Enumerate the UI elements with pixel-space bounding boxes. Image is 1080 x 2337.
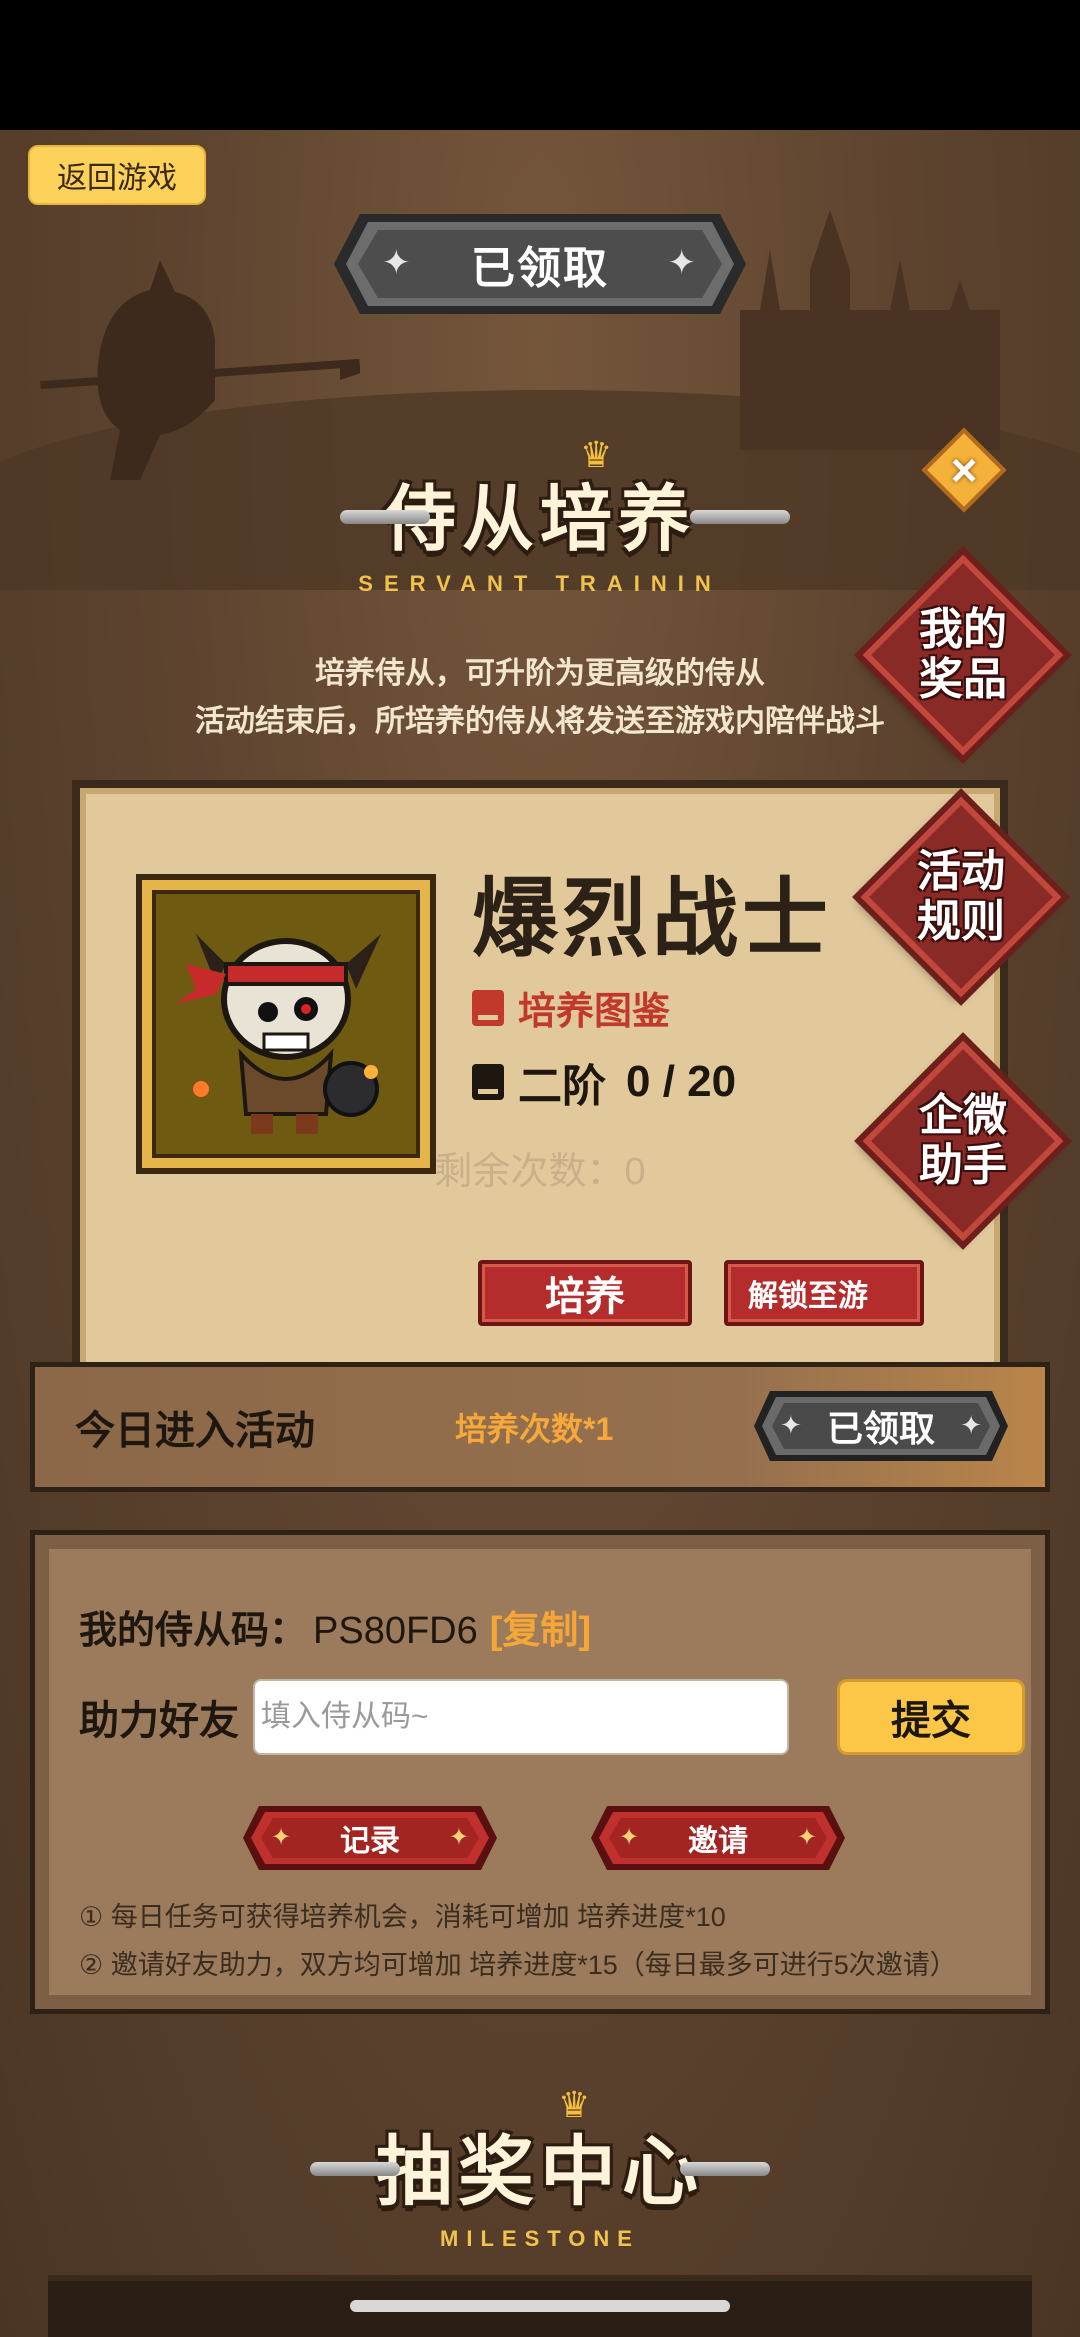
- submit-button[interactable]: 提交: [837, 1679, 1025, 1755]
- my-prizes-label: 我的 奖品: [919, 605, 1007, 704]
- code-value: PS80FD6: [313, 1610, 478, 1652]
- lottery-title-main: 抽奖中心: [376, 2130, 704, 2215]
- servant-image: [176, 934, 381, 1134]
- knight-silhouette: [40, 260, 360, 480]
- train-button[interactable]: 培养: [478, 1260, 692, 1326]
- my-prizes-button[interactable]: 我的 奖品: [858, 550, 1068, 760]
- event-page: 返回游戏 ✦ 已领取 ✦ × ♛ 侍从培养 SERVANT TRAININ 培养…: [0, 130, 1080, 2337]
- crown-icon: ♛: [558, 2084, 591, 2125]
- servant-code-row: 我的侍从码： PS80FD6 [复制]: [79, 1599, 591, 1654]
- lottery-center-title: ♛ 抽奖中心 MILESTONE: [0, 2084, 1080, 2252]
- remaining-count: 剩余次数：0: [434, 1151, 646, 1193]
- copy-button[interactable]: [复制]: [490, 1599, 591, 1654]
- servant-name: 爆烈战士: [472, 871, 832, 967]
- star-icon: ✦: [619, 1823, 640, 1851]
- invite-button[interactable]: ✦ 邀请 ✦: [587, 1803, 849, 1873]
- star-icon: ✦: [271, 1823, 292, 1851]
- record-label: 记录: [340, 1825, 400, 1858]
- help-friend-row: 助力好友: [79, 1679, 789, 1755]
- rank-progress: 二阶 0 / 20: [472, 1050, 736, 1114]
- sword-icon: [690, 510, 790, 524]
- progress-text: 0 / 20: [626, 1057, 737, 1106]
- book-icon: [472, 1064, 504, 1100]
- crown-icon: ♛: [580, 434, 613, 475]
- daily-task-row: 今日进入活动 培养次数*1 ✦ 已领取 ✦: [30, 1362, 1050, 1492]
- servant-portrait: [136, 874, 436, 1174]
- home-indicator[interactable]: [350, 2300, 730, 2312]
- sword-icon: [340, 510, 430, 524]
- sword-icon: [310, 2162, 400, 2176]
- star-icon: ✦: [448, 1823, 469, 1851]
- servant-code-input[interactable]: [253, 1679, 789, 1755]
- star-icon: ✦: [382, 244, 413, 283]
- event-rules-label: 活动 规则: [917, 847, 1005, 946]
- record-button[interactable]: ✦ 记录 ✦: [239, 1803, 501, 1873]
- invite-panel: 我的侍从码： PS80FD6 [复制] 助力好友 提交 ✦ 记录 ✦: [30, 1530, 1050, 2014]
- task-status-label: 已领取: [826, 1408, 935, 1449]
- task-claimed-button[interactable]: ✦ 已领取 ✦: [750, 1387, 1012, 1465]
- codex-link[interactable]: 培养图鉴: [472, 980, 670, 1035]
- task-name: 今日进入活动: [75, 1409, 315, 1453]
- book-icon: [472, 989, 504, 1026]
- back-to-game-button[interactable]: 返回游戏: [28, 145, 206, 205]
- code-label: 我的侍从码：: [79, 1610, 308, 1652]
- sword-icon: [680, 2162, 770, 2176]
- star-icon: ✦: [796, 1823, 817, 1851]
- star-icon: ✦: [780, 1409, 802, 1440]
- lottery-title-sub: MILESTONE: [440, 2226, 640, 2251]
- castle-silhouette: [740, 210, 1000, 450]
- star-icon: ✦: [667, 244, 698, 283]
- task-reward: 培养次数*1: [455, 1411, 614, 1447]
- top-claimed-button[interactable]: ✦ 已领取 ✦: [330, 208, 750, 320]
- rank-label: 二阶: [518, 1062, 606, 1111]
- unlock-button[interactable]: 解锁至游: [724, 1260, 924, 1326]
- claimed-label: 已领取: [471, 244, 609, 293]
- event-rules-button[interactable]: 活动 规则: [856, 792, 1066, 1002]
- help-label: 助力好友: [79, 1699, 239, 1743]
- star-icon: ✦: [960, 1409, 982, 1440]
- note-line-2: ② 邀请好友助力，双方均可增加 培养进度*15（每日最多可进行5次邀请）: [79, 1950, 957, 1980]
- note-line-1: ① 每日任务可获得培养机会，消耗可增加 培养进度*10: [79, 1902, 726, 1932]
- invite-label: 邀请: [688, 1825, 748, 1858]
- codex-label: 培养图鉴: [518, 991, 671, 1033]
- invite-panel-inner: 我的侍从码： PS80FD6 [复制] 助力好友 提交 ✦ 记录 ✦: [49, 1549, 1031, 1995]
- status-bar: [0, 0, 1080, 130]
